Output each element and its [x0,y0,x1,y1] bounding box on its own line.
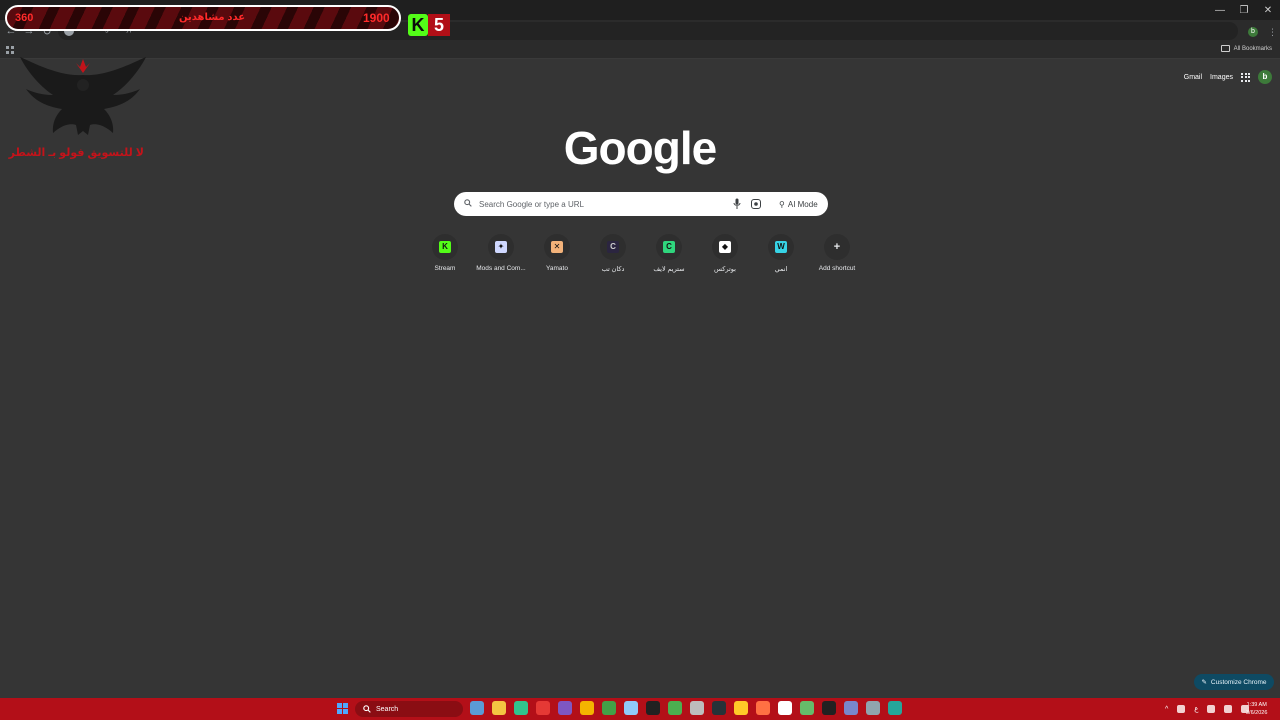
mods-icon: ✦ [495,241,507,253]
shortcut-label: دكان تب [601,266,625,273]
taskbar-app-icon[interactable] [822,701,836,715]
search-icon [363,705,371,713]
taskbar-app-icon[interactable] [514,701,528,715]
taskbar-app-icon[interactable] [668,701,682,715]
overlay-viewers-label: عدد مشاهدين [179,12,246,23]
taskbar-app-icon[interactable] [734,701,748,715]
ai-search-icon: ⚲ [779,199,785,209]
shortcut-tile[interactable]: ✕ Yamato [529,232,585,280]
anime-icon: W [775,241,787,253]
taskbar-app-icon[interactable] [712,701,726,715]
system-tray: ^ ع [1165,701,1250,717]
stream-live-icon: C [663,241,675,253]
all-bookmarks-button[interactable]: All Bookmarks [1220,45,1272,52]
taskbar-app-icon[interactable] [470,701,484,715]
folder-icon [1220,45,1230,52]
add-shortcut-button[interactable]: + Add shortcut [809,232,865,280]
taskbar-app-icon[interactable] [844,701,858,715]
plus-icon: + [833,241,841,253]
taskbar-app-icon[interactable] [536,701,550,715]
account-avatar[interactable]: b [1258,70,1272,84]
pencil-icon: ✎ [1201,679,1207,686]
taskbar-app-icon[interactable] [800,701,814,715]
minimize-button[interactable]: — [1208,0,1232,20]
more-menu-icon[interactable]: ⋮ [1268,26,1277,38]
taskbar-app-icon[interactable] [778,701,792,715]
shortcut-label: Add shortcut [818,265,856,272]
shortcut-label: Stream [434,265,456,272]
taskbar-app-icon[interactable] [580,701,594,715]
window-controls: — ❐ ✕ [1208,0,1280,20]
microphone-icon[interactable] [733,198,741,210]
ai-mode-label: AI Mode [787,199,818,209]
taskbar-app-icon[interactable] [646,701,660,715]
taskbar-apps [470,701,902,715]
taskbar: Search ^ ع 1:39 AM 3/6/2026 [0,698,1280,720]
kick-badge: K [408,14,428,36]
search-placeholder: Search Google or type a URL [479,200,584,209]
close-button[interactable]: ✕ [1256,0,1280,20]
images-link[interactable]: Images [1210,74,1233,81]
viewer-count-overlay: 360 عدد مشاهدين 1900 [5,5,401,31]
chevron-up-icon[interactable]: ^ [1165,706,1168,713]
overlay-left-value: 360 [15,12,34,24]
taskbar-search[interactable]: Search [355,701,463,717]
shortcut-tile[interactable]: C دكان تب [585,232,641,280]
ai-mode-button[interactable]: ⚲ AI Mode [773,196,824,212]
clock-time: 1:39 AM [1246,702,1267,708]
taskbar-app-icon[interactable] [690,701,704,715]
network-icon[interactable] [1207,705,1216,713]
diamond-icon: ◆ [719,241,731,253]
taskbar-app-icon[interactable] [624,701,638,715]
shortcuts-row: K Stream ✦ Mods and Com... ✕ Yamato C دك… [417,232,865,280]
shortcut-tile[interactable]: W انمي [753,232,809,280]
volume-icon[interactable] [1224,705,1233,713]
shortcut-label: ستريم لايف [653,266,685,273]
dukkan-icon: C [607,241,619,253]
mic-tray-icon[interactable] [1177,705,1186,713]
shortcut-label: Yamato [546,265,568,272]
kick-icon: K [439,241,451,253]
profile-button[interactable]: b [1248,27,1258,37]
all-bookmarks-label: All Bookmarks [1233,45,1272,52]
bookmarks-bar: All Bookmarks [0,42,1280,59]
shortcut-tile[interactable]: K Stream [417,232,473,280]
restore-button[interactable]: ❐ [1232,0,1256,20]
shortcut-tile[interactable]: C ستريم لايف [641,232,697,280]
search-icon [464,199,472,207]
shortcut-tile[interactable]: ✦ Mods and Com... [473,232,529,280]
language-indicator[interactable]: ع [1194,705,1198,713]
top-links: Gmail Images b [1184,68,1272,86]
taskbar-app-icon[interactable] [492,701,506,715]
clock-date: 3/6/2026 [1246,710,1268,716]
taskbar-search-label: Search [376,705,399,713]
yamato-icon: ✕ [551,241,563,253]
kick-count: 5 [428,14,450,36]
overlay-right-value: 1900 [363,11,390,25]
shortcut-tile[interactable]: ◆ بوتركس [697,232,753,280]
shortcut-label: بوتركس [714,266,736,273]
search-box[interactable]: Search Google or type a URL ⚲ AI Mode [454,192,828,216]
taskbar-app-icon[interactable] [558,701,572,715]
lens-icon[interactable] [751,199,761,209]
taskbar-app-icon[interactable] [866,701,880,715]
customize-chrome-button[interactable]: ✎ Customize Chrome [1194,674,1274,690]
customize-label: Customize Chrome [1210,678,1267,686]
google-logo: Google [563,122,717,174]
windows-start-icon[interactable] [337,703,348,714]
taskbar-app-icon[interactable] [756,701,770,715]
clock[interactable]: 1:39 AM 3/6/2026 [1246,701,1267,717]
shortcut-label: انمي [774,266,788,273]
taskbar-app-icon[interactable] [602,701,616,715]
gmail-link[interactable]: Gmail [1184,74,1202,81]
google-apps-icon[interactable] [1241,72,1250,82]
shortcut-label: Mods and Com... [476,265,526,272]
apps-icon[interactable] [6,46,14,54]
taskbar-app-icon[interactable] [888,701,902,715]
